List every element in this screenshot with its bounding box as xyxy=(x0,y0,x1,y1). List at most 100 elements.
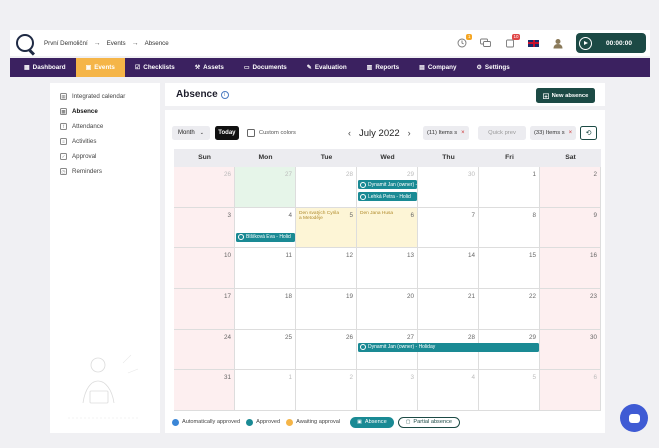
calendar-day-cell[interactable]: 12 xyxy=(296,248,357,289)
absence-event[interactable]: Blšíková Eva - Holid xyxy=(236,232,295,242)
play-icon[interactable] xyxy=(579,36,592,50)
calendar-day-cell[interactable]: 4 xyxy=(235,207,296,249)
nav-item-label: Assets xyxy=(203,64,224,71)
sidebar-item-absence[interactable]: ▦ Absence xyxy=(50,104,160,119)
calendar-day-cell[interactable]: 26 xyxy=(174,167,235,208)
calendar-day-cell[interactable]: 28 xyxy=(296,167,357,208)
chat-bubbles-icon[interactable] xyxy=(480,38,491,49)
nav-item-label: Documents xyxy=(252,64,287,71)
absence-event-label: Dynamit Jan (owner) - Holi xyxy=(368,181,417,188)
next-month-icon[interactable]: › xyxy=(408,128,411,138)
filter-chip-items-1[interactable]: (11) Items s × xyxy=(423,126,469,140)
uk-flag-icon[interactable] xyxy=(528,39,539,47)
absence-event[interactable]: Dynamit Jan (owner) - Holi xyxy=(358,180,417,189)
calendar-day-cell[interactable]: 24 xyxy=(174,329,235,371)
breadcrumb-events[interactable]: Events xyxy=(107,40,126,47)
weekday-fri: Fri xyxy=(505,154,514,161)
sidebar-item-integrated-calendar[interactable]: ▦ Integrated calendar xyxy=(50,89,160,104)
calendar-day-cell[interactable]: 5 xyxy=(479,370,540,411)
calendar-day-cell[interactable]: 11 xyxy=(235,248,296,289)
info-icon[interactable]: i xyxy=(220,90,229,99)
calendar-day-cell[interactable]: 6 xyxy=(540,370,601,411)
calendar-day-cell[interactable]: 4 xyxy=(418,370,479,411)
calendar-day-cell[interactable]: 18 xyxy=(235,289,296,330)
today-button[interactable]: Today xyxy=(214,126,239,140)
nav-item-reports[interactable]: ▥ Reports xyxy=(357,58,409,77)
partial-absence-filter-button[interactable]: ▢ Partial absence xyxy=(397,416,460,428)
absence-event-label: Lehká Petra - Holid xyxy=(368,193,411,200)
calendar-day-cell[interactable]: 9 xyxy=(540,207,601,249)
nav-item-assets[interactable]: ⚒ Assets xyxy=(185,58,234,77)
calendar-day-cell[interactable]: 8 xyxy=(479,207,540,249)
attendance-icon: f xyxy=(60,123,67,130)
calendar-day-cell[interactable]: 22 xyxy=(479,289,540,330)
day-number: 28 xyxy=(345,171,353,178)
nav-item-events[interactable]: ▣ Events xyxy=(75,58,125,77)
nav-item-documents[interactable]: ▭ Documents xyxy=(234,58,297,77)
quick-preview-chip[interactable]: Quick prev xyxy=(478,126,526,140)
calendar-day-cell[interactable]: 5 Den svatých Cyrila a Metoděje xyxy=(296,207,357,249)
nav-item-evaluation[interactable]: ✎ Evaluation xyxy=(297,58,357,77)
nav-item-settings[interactable]: ⚙ Settings xyxy=(467,58,520,77)
calendar-day-cell[interactable]: 26 xyxy=(296,329,357,371)
calendar-day-cell[interactable]: 15 xyxy=(479,248,540,289)
time-tracker[interactable]: 00:00:00 xyxy=(576,33,646,53)
sidebar-item-attendance[interactable]: f Attendance xyxy=(50,119,160,134)
day-number: 23 xyxy=(589,293,597,300)
close-icon[interactable]: × xyxy=(569,130,573,136)
nav-item-checklists[interactable]: ☑ Checklists xyxy=(125,58,185,77)
sidebar: ▦ Integrated calendar ▦ Absence f Attendance ≡… xyxy=(50,83,160,433)
calendar-day-cell[interactable]: 23 xyxy=(540,289,601,330)
calendar-day-cell[interactable]: 1 xyxy=(479,167,540,208)
approved-dot-icon xyxy=(246,418,254,426)
calendar-day-cell[interactable]: 30 xyxy=(540,329,601,371)
calendar-day-cell[interactable]: 3 xyxy=(357,370,418,411)
calendar-day-cell[interactable]: 16 xyxy=(540,248,601,289)
sidebar-item-approval[interactable]: ✓ Approval xyxy=(50,149,160,164)
calendar-day-cell[interactable]: 7 xyxy=(418,207,479,249)
calendar-day-cell[interactable]: 27 xyxy=(235,167,296,208)
calendar-day-cell[interactable]: 25 xyxy=(235,329,296,371)
calendar-day-cell[interactable]: 3 xyxy=(174,207,235,249)
new-absence-button[interactable]: New absence xyxy=(536,88,595,103)
sidebar-item-label: Activities xyxy=(72,138,97,145)
awaiting-dot-icon xyxy=(286,418,294,426)
absence-event-label: Blšíková Eva - Holid xyxy=(246,234,291,241)
calendar-day-cell[interactable]: 21 xyxy=(418,289,479,330)
absence-event[interactable]: Dynamit Jan (owner) - Holiday xyxy=(358,342,539,352)
sidebar-item-reminders[interactable]: ◷ Reminders xyxy=(50,164,160,179)
calendar-day-cell[interactable]: 13 xyxy=(357,248,418,289)
calendar-icon: ▣ xyxy=(85,65,92,71)
custom-colors-checkbox[interactable] xyxy=(246,129,255,137)
app-logo[interactable] xyxy=(16,34,34,52)
user-avatar-icon[interactable] xyxy=(552,38,563,49)
close-icon[interactable]: × xyxy=(461,130,465,136)
calendar-day-cell[interactable]: 2 xyxy=(540,167,601,208)
calendar-day-cell[interactable]: 31 xyxy=(174,370,235,411)
sidebar-illustration-icon xyxy=(68,354,139,419)
sidebar-item-activities[interactable]: ≡ Activities xyxy=(50,134,160,149)
filter-chip-items-2[interactable]: (33) Items s × xyxy=(530,126,577,140)
calendar-day-cell[interactable]: 19 xyxy=(296,289,357,330)
calendar-day-cell[interactable]: 10 xyxy=(174,248,235,289)
absence-filter-button[interactable]: ▣ Absence xyxy=(350,416,394,428)
calendar-day-cell[interactable]: 17 xyxy=(174,289,235,330)
calendar-day-cell[interactable]: 1 xyxy=(235,370,296,411)
nav-item-company[interactable]: ▤ Company xyxy=(409,58,466,77)
refresh-icon[interactable]: ⟲ xyxy=(580,126,597,140)
calendar-day-cell[interactable]: 20 xyxy=(357,289,418,330)
absence-event[interactable]: Lehká Petra - Holid xyxy=(358,192,417,201)
clock-icon[interactable]: 1 xyxy=(456,33,472,49)
calendar-day-cell[interactable]: 6 Den Jana Husa xyxy=(357,207,418,249)
breadcrumb-company[interactable]: První Demoliční xyxy=(44,40,88,47)
view-select[interactable]: Month ⌄ xyxy=(172,126,210,140)
prev-month-icon[interactable]: ‹ xyxy=(348,128,351,138)
calendar-day-cell[interactable]: 14 xyxy=(418,248,479,289)
chat-support-icon[interactable] xyxy=(620,404,648,432)
calendar-day-cell[interactable]: 30 xyxy=(418,167,479,208)
weekday-header: Sun Mon Tue Wed Thu Fri Sat xyxy=(174,149,601,167)
nav-item-dashboard[interactable]: ▦ Dashboard xyxy=(14,58,76,77)
approved-status-icon xyxy=(360,344,366,351)
notification-icon[interactable]: 10 xyxy=(504,33,520,49)
calendar-day-cell[interactable]: 2 xyxy=(296,370,357,411)
